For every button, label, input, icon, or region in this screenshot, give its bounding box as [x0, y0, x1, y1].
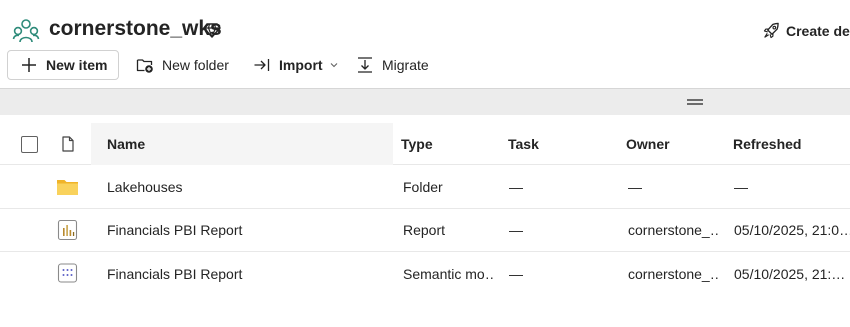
item-task: —	[509, 222, 523, 238]
new-item-button[interactable]: New item	[7, 50, 120, 80]
folder-icon	[57, 180, 78, 195]
item-owner: —	[628, 179, 642, 195]
migrate-icon	[358, 57, 372, 73]
table-header-row: Name Type Task Owner Refreshed	[0, 123, 850, 165]
rocket-icon	[763, 22, 779, 39]
migrate-button[interactable]: Migrate	[356, 48, 429, 82]
plus-icon	[22, 58, 36, 72]
file-type-icon	[62, 136, 74, 152]
new-folder-button[interactable]: New folder	[136, 48, 229, 82]
migrate-label: Migrate	[382, 57, 429, 73]
column-header-owner[interactable]: Owner	[626, 123, 670, 164]
column-header-task[interactable]: Task	[508, 123, 539, 164]
column-header-type[interactable]: Type	[401, 123, 433, 164]
item-type: Semantic mo…	[403, 265, 495, 282]
new-item-label: New item	[46, 57, 108, 73]
item-type: Folder	[403, 179, 443, 195]
new-folder-label: New folder	[162, 57, 229, 73]
import-arrow-icon	[254, 59, 270, 71]
item-refreshed: —	[734, 179, 748, 195]
pane-resize-band[interactable]	[0, 88, 850, 115]
resize-grip-icon[interactable]	[687, 99, 703, 105]
column-header-refreshed[interactable]: Refreshed	[733, 123, 801, 164]
workspace-header: cornerstone_wks Create dep New item New	[0, 0, 850, 88]
import-dropdown[interactable]: Import	[253, 48, 339, 82]
item-type: Report	[403, 222, 446, 238]
item-task: —	[509, 179, 523, 195]
premium-diamond-icon[interactable]	[203, 21, 221, 39]
item-name[interactable]: Lakehouses	[107, 166, 387, 208]
item-name[interactable]: Financials PBI Report	[107, 209, 387, 251]
toolbar: New item New folder Import Migrate	[0, 48, 850, 82]
folder-add-icon	[136, 59, 153, 73]
item-owner: cornerstone_…	[628, 222, 718, 238]
item-owner: cornerstone_…	[628, 265, 718, 282]
item-name[interactable]: Financials PBI Report	[107, 252, 387, 295]
table-row[interactable]: Financials PBI Report Report — cornersto…	[0, 209, 850, 252]
table-row[interactable]: Financials PBI Report Semantic mo… — cor…	[0, 252, 850, 295]
item-refreshed: 05/10/2025, 21:…	[734, 265, 846, 282]
import-label: Import	[279, 57, 323, 73]
column-header-name[interactable]: Name	[107, 123, 145, 164]
select-all-checkbox[interactable]	[21, 136, 38, 153]
workspace-people-icon	[12, 19, 40, 43]
table-row[interactable]: Lakehouses Folder — — —	[0, 166, 850, 209]
semantic-model-icon	[57, 263, 78, 283]
item-task: —	[509, 265, 523, 282]
item-refreshed: 05/10/2025, 21:0…	[734, 222, 850, 238]
create-deployment-label: Create dep	[786, 22, 850, 39]
create-deployment-button[interactable]: Create dep	[763, 22, 850, 39]
report-icon	[57, 219, 78, 241]
chevron-down-icon	[330, 63, 337, 68]
workspace-title: cornerstone_wks	[49, 17, 222, 40]
